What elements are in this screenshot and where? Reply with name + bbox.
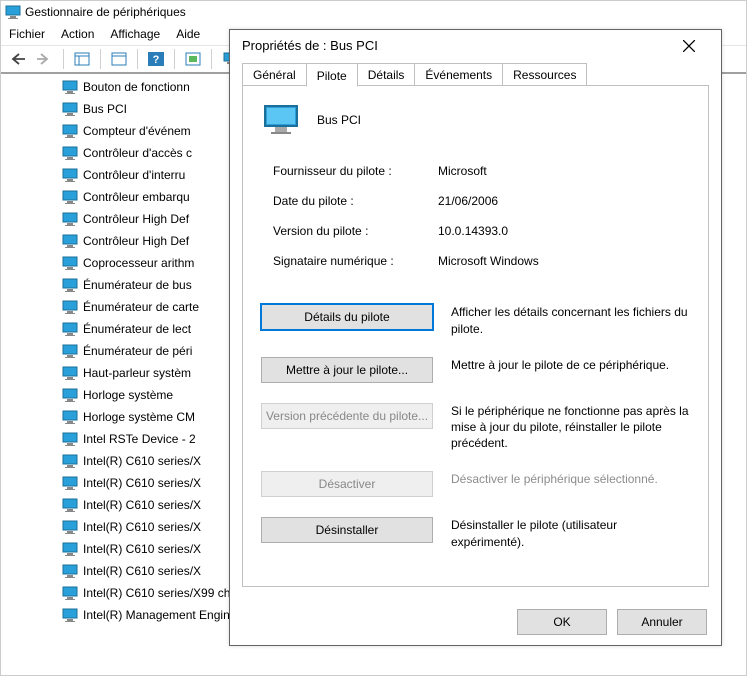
tree-item-label: Énumérateur de péri xyxy=(83,344,192,358)
svg-text:?: ? xyxy=(153,54,160,66)
tree-item-label: Intel(R) C610 series/X xyxy=(83,520,201,534)
rollback-driver-desc: Si le périphérique ne fonctionne pas apr… xyxy=(451,403,690,452)
tree-item-label: Bouton de fonctionn xyxy=(83,80,190,94)
disable-desc: Désactiver le périphérique sélectionné. xyxy=(451,471,690,487)
tree-item-label: Intel RSTe Device - 2 xyxy=(83,432,196,446)
separator xyxy=(211,49,212,69)
tree-item-label: Intel(R) C610 series/X xyxy=(83,498,201,512)
dlg-footer: OK Annuler xyxy=(230,600,721,645)
driver-details-button[interactable]: Détails du pilote xyxy=(261,304,433,330)
uninstall-button[interactable]: Désinstaller xyxy=(261,517,433,543)
driver-provider-label: Fournisseur du pilote : xyxy=(273,164,438,178)
close-icon xyxy=(683,40,695,52)
tab-details[interactable]: Détails xyxy=(357,63,416,86)
driver-date-value: 21/06/2006 xyxy=(438,194,498,208)
uninstall-desc: Désinstaller le pilote (utilisateur expé… xyxy=(451,517,690,549)
tab-driver[interactable]: Pilote xyxy=(306,63,358,87)
tree-item-label: Coprocesseur arithm xyxy=(83,256,194,270)
computer-icon xyxy=(5,4,21,20)
tree-item-label: Contrôleur High Def xyxy=(83,234,189,248)
monitor-icon xyxy=(261,102,301,138)
close-button[interactable] xyxy=(669,34,709,58)
dm-title-text: Gestionnaire de périphériques xyxy=(25,5,186,19)
tree-item-label: Horloge système CM xyxy=(83,410,195,424)
tree-item-label: Intel(R) C610 series/X xyxy=(83,454,201,468)
menu-action[interactable]: Action xyxy=(61,27,94,41)
tree-item-label: Énumérateur de bus xyxy=(83,278,192,292)
driver-signer-label: Signataire numérique : xyxy=(273,254,438,268)
tree-item-label: Compteur d'événem xyxy=(83,124,191,138)
scan-button[interactable] xyxy=(181,48,205,70)
dlg-tabs: Général Pilote Détails Événements Ressou… xyxy=(242,61,709,86)
driver-provider-value: Microsoft xyxy=(438,164,487,178)
tree-item-label: Contrôleur d'accès c xyxy=(83,146,192,160)
separator xyxy=(137,49,138,69)
rollback-driver-button: Version précédente du pilote... xyxy=(261,403,433,429)
menu-view[interactable]: Affichage xyxy=(110,27,160,41)
driver-version-label: Version du pilote : xyxy=(273,224,438,238)
tree-item-label: Contrôleur d'interru xyxy=(83,168,185,182)
back-button[interactable] xyxy=(5,48,29,70)
separator xyxy=(100,49,101,69)
tab-events[interactable]: Événements xyxy=(414,63,503,86)
show-hide-tree-button[interactable] xyxy=(70,48,94,70)
device-name: Bus PCI xyxy=(317,113,361,127)
device-header: Bus PCI xyxy=(261,102,690,138)
tree-item-label: Intel(R) C610 series/X xyxy=(83,564,201,578)
separator xyxy=(174,49,175,69)
driver-version-value: 10.0.14393.0 xyxy=(438,224,508,238)
driver-actions: Détails du pilote Afficher les détails c… xyxy=(261,304,690,549)
tree-item-label: Contrôleur High Def xyxy=(83,212,189,226)
driver-panel: Bus PCI Fournisseur du pilote : Microsof… xyxy=(242,85,709,586)
forward-button[interactable] xyxy=(33,48,57,70)
tree-item-label: Intel(R) C610 series/X xyxy=(83,542,201,556)
tree-item-label: Énumérateur de carte xyxy=(83,300,199,314)
ok-button[interactable]: OK xyxy=(517,609,607,635)
driver-date-label: Date du pilote : xyxy=(273,194,438,208)
properties-dialog: Propriétés de : Bus PCI Général Pilote D… xyxy=(229,29,722,646)
dlg-title-text: Propriétés de : Bus PCI xyxy=(242,38,378,53)
driver-signer-value: Microsoft Windows xyxy=(438,254,539,268)
tree-item-label: Contrôleur embarqu xyxy=(83,190,190,204)
driver-info: Fournisseur du pilote : Microsoft Date d… xyxy=(261,156,690,276)
dm-titlebar: Gestionnaire de périphériques xyxy=(1,1,746,23)
tab-resources[interactable]: Ressources xyxy=(502,63,587,86)
menu-file[interactable]: Fichier xyxy=(9,27,45,41)
separator xyxy=(63,49,64,69)
disable-button: Désactiver xyxy=(261,471,433,497)
tab-general[interactable]: Général xyxy=(242,63,307,86)
update-driver-desc: Mettre à jour le pilote de ce périphériq… xyxy=(451,357,690,373)
dlg-titlebar: Propriétés de : Bus PCI xyxy=(230,30,721,61)
cancel-button[interactable]: Annuler xyxy=(617,609,707,635)
menu-help[interactable]: Aide xyxy=(176,27,200,41)
tree-item-label: Énumérateur de lect xyxy=(83,322,191,336)
update-driver-button[interactable]: Mettre à jour le pilote... xyxy=(261,357,433,383)
tree-item-label: Bus PCI xyxy=(83,102,127,116)
tree-item-label: Horloge système xyxy=(83,388,173,402)
tree-item-label: Haut-parleur systèm xyxy=(83,366,191,380)
driver-details-desc: Afficher les détails concernant les fich… xyxy=(451,304,690,336)
help-button[interactable]: ? xyxy=(144,48,168,70)
tree-item-label: Intel(R) C610 series/X xyxy=(83,476,201,490)
properties-button[interactable] xyxy=(107,48,131,70)
